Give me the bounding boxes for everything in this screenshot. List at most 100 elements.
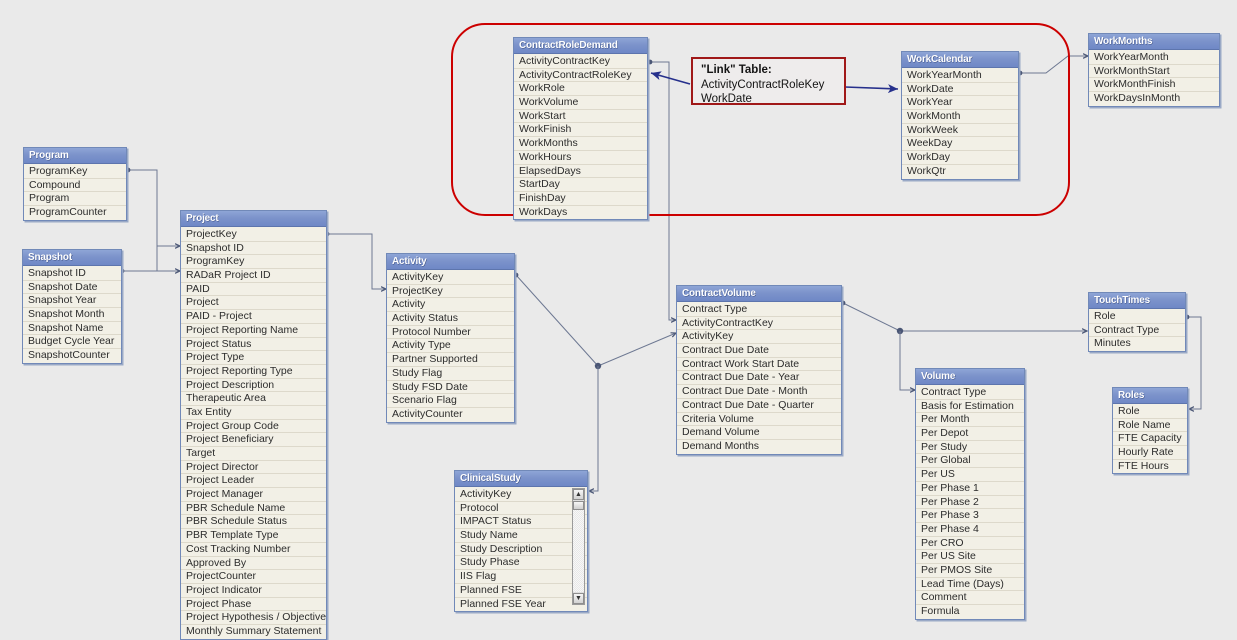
field-row[interactable]: WorkFinish [514,123,647,138]
field-row[interactable]: Per US [916,468,1024,482]
field-row[interactable]: WorkWeek [902,124,1018,138]
field-row[interactable]: RADaR Project ID [181,269,326,283]
field-row[interactable]: ActivityContractRoleKey [514,69,647,83]
field-row[interactable]: ProgramKey [24,165,126,179]
field-row[interactable]: Snapshot ID [181,242,326,256]
field-row[interactable]: Per Phase 3 [916,509,1024,523]
field-row[interactable]: Contract Type [916,386,1024,400]
field-row[interactable]: Project [181,296,326,311]
table-program[interactable]: Program ProgramKey Compound Program Program… [23,147,127,221]
field-row[interactable]: Activity Type [387,339,514,354]
field-row[interactable]: PBR Schedule Status [181,515,326,530]
field-row[interactable]: Demand Volume [677,426,841,440]
field-row[interactable]: Target [181,447,326,461]
field-row[interactable]: Per Depot [916,427,1024,441]
table-clinicalstudy[interactable]: ClinicalStudy ActivityKey Protocol IMPACT … [454,470,588,613]
table-contractvolume[interactable]: ContractVolume Contract Type ActivityCont… [676,285,842,455]
field-row[interactable]: Approved By [181,557,326,571]
field-row[interactable]: WorkDays [514,206,647,219]
scroll-down-arrow-icon[interactable]: ▼ [573,593,584,604]
field-row[interactable]: Project Indicator [181,584,326,598]
field-row[interactable]: Activity Status [387,312,514,326]
field-row[interactable]: Snapshot Date [23,281,121,295]
field-row[interactable]: FTE Capacity [1113,432,1187,447]
field-row[interactable]: ActivityContractKey [514,55,647,69]
field-row[interactable]: Project Description [181,379,326,393]
field-row[interactable]: Comment [916,591,1024,605]
field-row[interactable]: Monthly Summary Statement [181,625,326,638]
field-row[interactable]: IIS Flag [455,570,587,584]
field-row[interactable]: ActivityContractKey [677,317,841,331]
field-row[interactable]: Project Phase [181,598,326,612]
field-row[interactable]: FinishDay [514,192,647,206]
table-workmonths[interactable]: WorkMonths WorkYearMonth WorkMonthStart Wo… [1088,33,1220,107]
scroll-up-arrow-icon[interactable]: ▲ [573,489,584,500]
field-row[interactable]: Study FSD Date [387,381,514,395]
field-row[interactable]: Contract Due Date [677,344,841,358]
field-row[interactable]: Formula [916,605,1024,618]
table-contractroledemand[interactable]: ContractRoleDemand ActivityContractKey Ac… [513,37,648,221]
field-row[interactable]: ActivityKey [677,330,841,345]
field-row[interactable]: Minutes [1089,337,1185,350]
field-row[interactable]: Snapshot Year [23,294,121,309]
table-snapshot[interactable]: Snapshot Snapshot ID Snapshot Date Snapsho… [22,249,122,364]
field-row[interactable]: Project Type [181,351,326,365]
field-row[interactable]: Hourly Rate [1113,446,1187,460]
field-row[interactable]: Project Leader [181,474,326,489]
field-row[interactable]: WorkMonthStart [1089,65,1219,79]
field-row[interactable]: WorkDay [902,151,1018,165]
field-row[interactable]: Project Group Code [181,420,326,434]
field-row[interactable]: Planned FSE [455,584,587,598]
field-row[interactable]: ProjectKey [387,285,514,299]
table-volume[interactable]: Volume Contract Type Basis for Estimation… [915,368,1025,620]
field-row[interactable]: ActivityKey [387,271,514,285]
field-row[interactable]: Per Global [916,454,1024,469]
field-row[interactable]: Activity [387,298,514,313]
field-row[interactable]: ActivityKey [455,488,587,502]
field-row[interactable]: Per US Site [916,550,1024,564]
field-row[interactable]: ProjectKey [181,228,326,242]
field-row[interactable]: WorkYearMonth [902,69,1018,83]
field-row[interactable]: Project Beneficiary [181,433,326,447]
field-row[interactable]: FTE Hours [1113,460,1187,473]
table-touchtimes[interactable]: TouchTimes Role Contract Type Minutes [1088,292,1186,353]
field-row[interactable]: PBR Schedule Name [181,502,326,516]
field-row[interactable]: WorkVolume [514,96,647,110]
field-row[interactable]: IMPACT Status [455,515,587,530]
field-row[interactable]: Per Phase 1 [916,482,1024,496]
field-row[interactable]: ProgramKey [181,255,326,270]
field-row[interactable]: Study Flag [387,367,514,381]
field-row[interactable]: Project Director [181,461,326,475]
field-row[interactable]: Project Status [181,338,326,352]
field-row[interactable]: Project Manager [181,488,326,502]
field-row[interactable]: Contract Type [1089,324,1185,338]
field-row[interactable]: SnapshotCounter [23,349,121,362]
field-row[interactable]: Project Hypothesis / Objective [181,611,326,625]
field-row[interactable]: Contract Work Start Date [677,358,841,372]
field-row[interactable]: Role [1113,405,1187,419]
field-row[interactable]: Criteria Volume [677,413,841,427]
field-row[interactable]: PBR Template Type [181,529,326,543]
field-row[interactable]: Role Name [1113,419,1187,433]
field-row[interactable]: StartDay [514,178,647,192]
field-row[interactable]: WorkQtr [902,165,1018,178]
field-row[interactable]: ProjectCounter [181,570,326,584]
field-row[interactable]: Therapeutic Area [181,392,326,406]
clinicalstudy-scrollbar[interactable]: ▲ ▼ [572,488,585,605]
field-row[interactable]: ElapsedDays [514,165,647,179]
table-activity[interactable]: Activity ActivityKey ProjectKey Activity Ac… [386,253,515,423]
field-row[interactable]: WeekDay [902,137,1018,152]
field-row[interactable]: Compound [24,179,126,193]
field-row[interactable]: Budget Cycle Year [23,335,121,350]
field-row[interactable]: Snapshot Name [23,322,121,336]
field-row[interactable]: Role [1089,310,1185,324]
field-row[interactable]: ActivityCounter [387,408,514,421]
field-row[interactable]: WorkMonths [514,137,647,151]
scrollbar-thumb[interactable] [573,501,584,510]
field-row[interactable]: Contract Due Date - Quarter [677,399,841,413]
field-row[interactable]: WorkDate [902,83,1018,97]
field-row[interactable]: Per Study [916,441,1024,455]
field-row[interactable]: WorkHours [514,151,647,165]
field-row[interactable]: Protocol [455,502,587,516]
field-row[interactable]: Cost Tracking Number [181,543,326,557]
